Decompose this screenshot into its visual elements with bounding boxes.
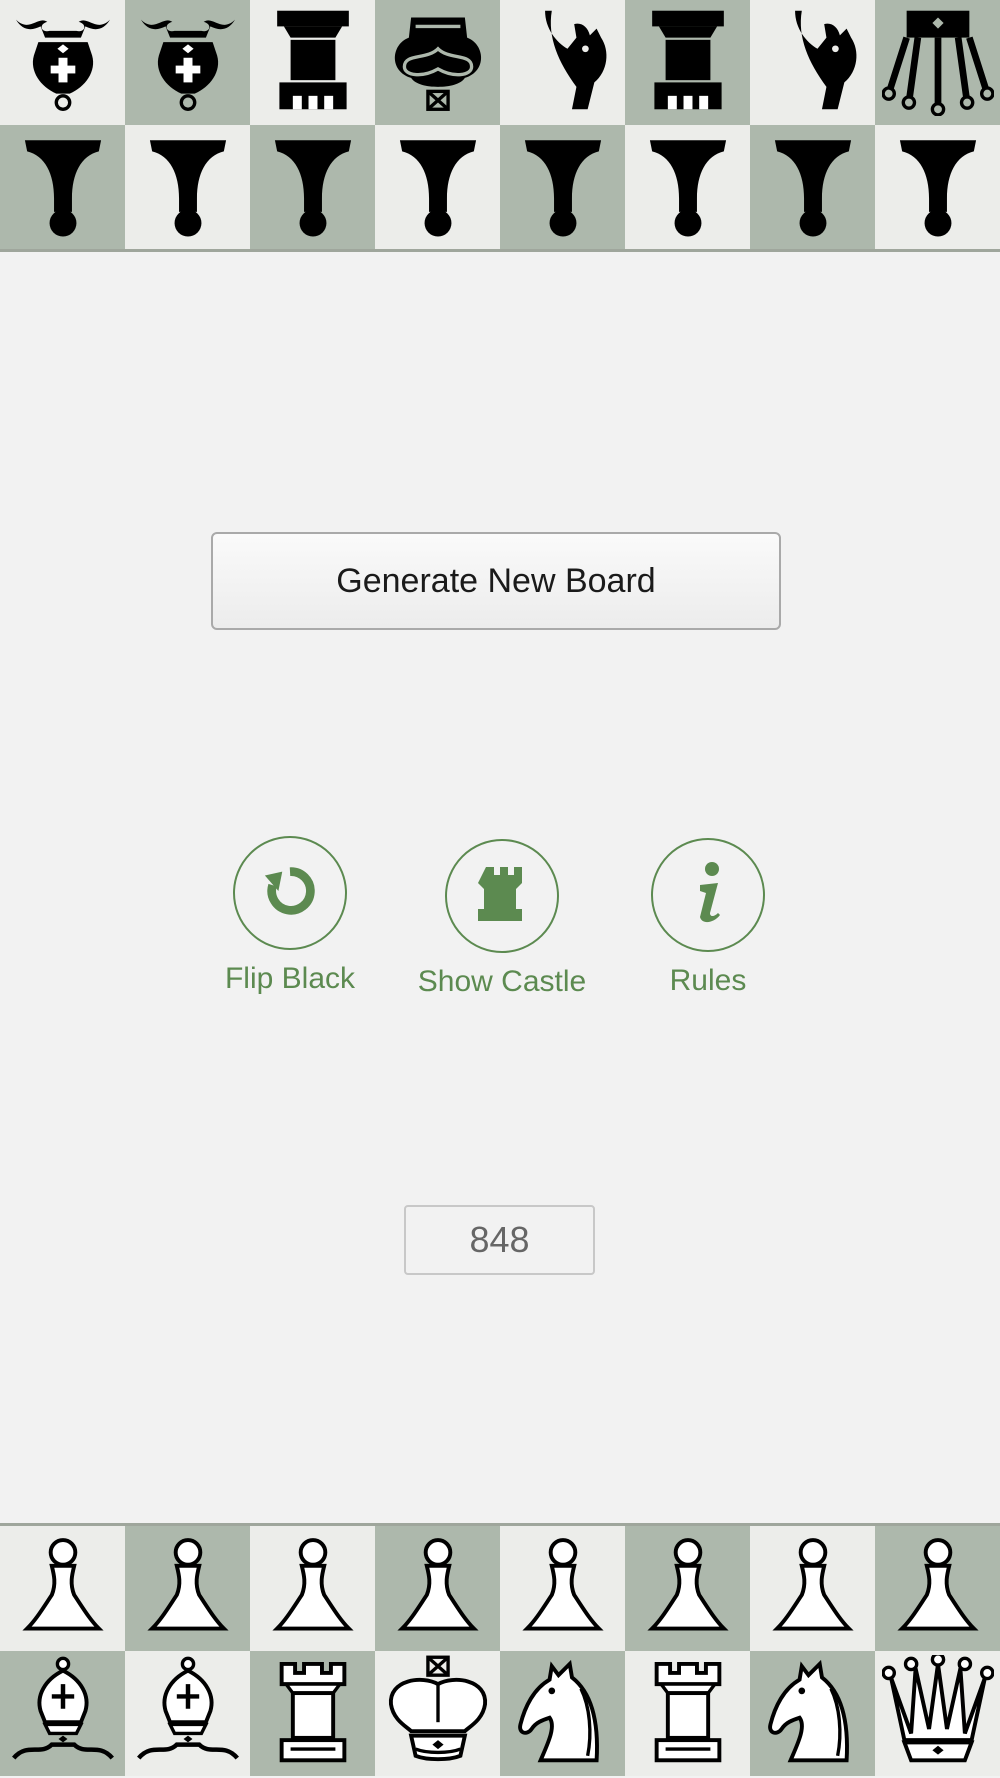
white-pawn-icon	[757, 1530, 869, 1647]
square	[0, 1526, 125, 1651]
flip-black-ring[interactable]	[233, 836, 347, 950]
white-pawn-icon	[507, 1530, 619, 1647]
square	[0, 0, 125, 125]
info-icon	[688, 861, 728, 930]
black-pawn-icon	[132, 129, 244, 246]
white-pawn-icon	[257, 1530, 369, 1647]
black-pawn-icon	[257, 129, 369, 246]
rotate-icon	[261, 862, 319, 925]
rules-label: Rules	[669, 964, 747, 997]
black-pawn-icon	[382, 129, 494, 246]
square	[125, 1526, 250, 1651]
square	[875, 1526, 1000, 1651]
square	[250, 1651, 375, 1776]
white-king-icon	[382, 1655, 494, 1772]
square	[750, 0, 875, 125]
square	[750, 125, 875, 250]
square	[375, 1526, 500, 1651]
rules-ring[interactable]	[651, 838, 765, 952]
square	[875, 125, 1000, 250]
show-castle-label: Show Castle	[417, 965, 587, 998]
square	[250, 0, 375, 125]
square	[750, 1526, 875, 1651]
white-rook-icon	[257, 1655, 369, 1772]
square	[0, 1651, 125, 1776]
black-pawn-rank	[0, 125, 1000, 250]
rules-button[interactable]: Rules	[618, 838, 798, 998]
black-king-icon	[382, 4, 494, 121]
square	[375, 125, 500, 250]
castle-icon	[474, 863, 530, 930]
white-knight-icon	[757, 1655, 869, 1772]
square	[500, 1651, 625, 1776]
black-back-rank	[0, 0, 1000, 125]
black-pawn-icon	[882, 129, 994, 246]
square	[500, 125, 625, 250]
white-pawn-icon	[7, 1530, 119, 1647]
square	[250, 1526, 375, 1651]
show-castle-button[interactable]: Show Castle	[412, 839, 592, 999]
board-edge-top	[0, 249, 1000, 252]
generate-new-board-button[interactable]: Generate New Board	[211, 532, 781, 630]
square	[875, 1651, 1000, 1776]
show-castle-ring[interactable]	[445, 839, 559, 953]
white-pawn-icon	[382, 1530, 494, 1647]
square	[250, 125, 375, 250]
white-bishop-icon	[7, 1655, 119, 1772]
square	[375, 0, 500, 125]
flip-black-label: Flip Black	[224, 962, 356, 995]
white-pawn-rank	[0, 1526, 1000, 1651]
black-queen-icon	[880, 4, 995, 121]
square	[125, 0, 250, 125]
white-knight-icon	[507, 1655, 619, 1772]
square	[625, 1651, 750, 1776]
square	[0, 125, 125, 250]
white-queen-icon	[880, 1652, 995, 1772]
square	[625, 125, 750, 250]
square	[500, 1526, 625, 1651]
black-knight-icon	[757, 4, 869, 121]
white-back-rank	[0, 1651, 1000, 1776]
white-pawn-icon	[632, 1530, 744, 1647]
black-rook-icon	[632, 4, 744, 121]
flip-black-button[interactable]: Flip Black	[200, 836, 380, 996]
black-pawn-icon	[632, 129, 744, 246]
white-rook-icon	[632, 1655, 744, 1772]
black-pawn-icon	[7, 129, 119, 246]
black-knight-icon	[507, 4, 619, 121]
white-bishop-icon	[132, 1655, 244, 1772]
square	[625, 1526, 750, 1651]
square	[375, 1651, 500, 1776]
square	[500, 0, 625, 125]
black-bishop-icon	[7, 4, 119, 121]
square	[125, 125, 250, 250]
white-pawn-icon	[132, 1530, 244, 1647]
black-rook-icon	[257, 4, 369, 121]
black-bishop-icon	[132, 4, 244, 121]
black-pawn-icon	[507, 129, 619, 246]
square	[125, 1651, 250, 1776]
square	[875, 0, 1000, 125]
board-number-display: 848	[404, 1205, 595, 1275]
white-pawn-icon	[882, 1530, 994, 1647]
square	[750, 1651, 875, 1776]
square	[625, 0, 750, 125]
black-pawn-icon	[757, 129, 869, 246]
